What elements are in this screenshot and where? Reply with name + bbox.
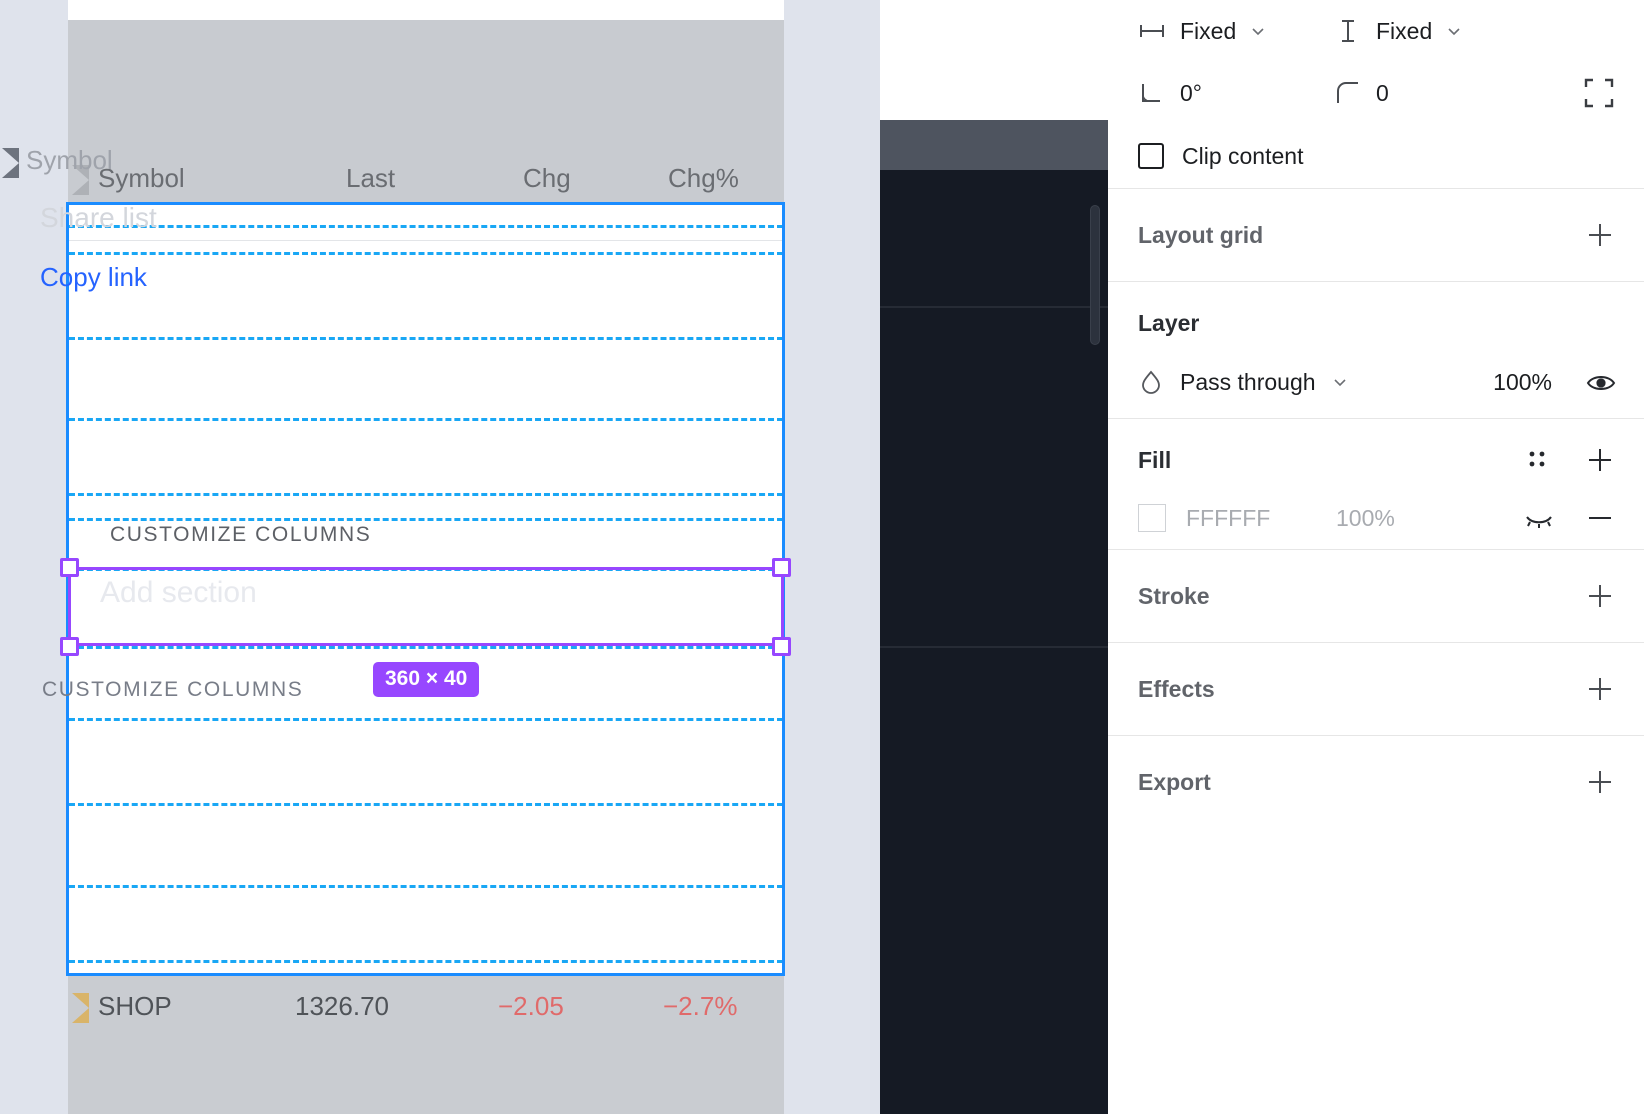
clip-content-label: Clip content — [1182, 142, 1304, 169]
width-mode-control[interactable]: Fixed — [1138, 17, 1334, 45]
table-row-chg-pct: −2.7% — [663, 991, 738, 1021]
share-list-popover — [880, 170, 1108, 1114]
share-sort-flag-icon — [2, 148, 19, 178]
layout-grid-title: Layout grid — [1138, 221, 1264, 248]
copy-link-button[interactable]: Copy link — [40, 262, 147, 293]
independent-corners-toggle[interactable] — [1530, 78, 1614, 108]
resize-handle-bottom-right[interactable] — [772, 637, 791, 656]
stroke-section: Stroke — [1108, 550, 1644, 642]
visibility-eye-icon[interactable] — [1586, 368, 1616, 396]
rotation-control[interactable]: 0° — [1138, 79, 1334, 107]
selection-size-badge: 360 × 40 — [373, 662, 480, 697]
resize-handle-top-left[interactable] — [60, 558, 79, 577]
layout-guide-line — [69, 718, 783, 721]
horizontal-resize-icon — [1138, 17, 1166, 45]
inspector-panel: Fixed Fixed 0° 0 Clip content Layout gri… — [1108, 0, 1644, 1114]
column-header-chg[interactable]: Chg — [523, 163, 571, 199]
effects-section: Effects — [1108, 643, 1644, 735]
customize-columns-label[interactable]: CUSTOMIZE COLUMNS — [110, 523, 371, 547]
resize-handle-bottom-left[interactable] — [60, 637, 79, 656]
share-panel-top-white — [880, 0, 1108, 120]
row-divider — [68, 240, 784, 241]
chevron-down-icon[interactable] — [1250, 23, 1266, 39]
share-customize-columns-label[interactable]: CUSTOMIZE COLUMNS — [42, 678, 303, 702]
add-section-menu-item[interactable] — [880, 566, 1108, 626]
column-header-chg-pct[interactable]: Chg% — [668, 163, 739, 199]
layer-title: Layer — [1138, 309, 1200, 336]
layout-guide-line — [69, 646, 783, 649]
add-fill-button[interactable] — [1586, 446, 1614, 474]
height-mode-control[interactable]: Fixed — [1334, 17, 1530, 45]
export-section: Export — [1108, 736, 1644, 828]
vertical-resize-icon — [1334, 17, 1362, 45]
layout-guide-line — [69, 225, 783, 228]
share-column-header-symbol: Symbol — [26, 145, 113, 175]
remove-fill-button[interactable] — [1586, 504, 1614, 532]
fill-color-swatch[interactable] — [1138, 504, 1166, 532]
layer-blend-row: Pass through 100% — [1108, 346, 1644, 418]
add-export-button[interactable] — [1586, 768, 1614, 796]
blend-mode-value: Pass through — [1180, 368, 1316, 395]
fill-styles-icon[interactable] — [1524, 446, 1552, 474]
layout-guide-line — [69, 493, 783, 496]
table-row-last: 1326.70 — [295, 991, 389, 1021]
corner-radius-value[interactable]: 0 — [1376, 80, 1389, 107]
table-row-symbol[interactable]: SHOP — [98, 991, 172, 1029]
chevron-down-icon[interactable] — [1332, 374, 1348, 390]
sizing-row: Fixed Fixed — [1108, 0, 1644, 62]
independent-corners-icon — [1584, 78, 1614, 108]
rotation-value[interactable]: 0° — [1180, 80, 1202, 107]
layout-guide-line — [69, 960, 783, 963]
share-list-title: Share list — [40, 202, 157, 233]
effects-title: Effects — [1138, 675, 1215, 702]
resize-handle-top-right[interactable] — [772, 558, 791, 577]
width-mode-value: Fixed — [1180, 17, 1237, 44]
clip-content-row[interactable]: Clip content — [1108, 124, 1644, 188]
layout-guide-line — [69, 803, 783, 806]
blend-mode-icon — [1138, 369, 1164, 395]
column-header-last[interactable]: Last — [346, 163, 395, 199]
transform-row: 0° 0 — [1108, 62, 1644, 124]
fill-opacity-value[interactable]: 100% — [1336, 505, 1456, 532]
layout-guide-line — [69, 337, 783, 340]
layout-grid-section: Layout grid — [1108, 189, 1644, 281]
popover-divider — [880, 646, 1108, 648]
blend-mode-control[interactable]: Pass through — [1138, 369, 1493, 396]
app-root: Symbol Last Chg Chg% CUSTOMIZE COLUMNS S… — [0, 0, 1644, 1114]
stroke-title: Stroke — [1138, 582, 1210, 609]
row-flag-icon — [72, 993, 89, 1023]
add-effect-button[interactable] — [1586, 675, 1614, 703]
export-title: Export — [1138, 768, 1211, 795]
layout-guide-line — [69, 518, 783, 521]
clip-content-checkbox[interactable] — [1138, 143, 1164, 169]
popover-scrollbar[interactable] — [1090, 205, 1100, 345]
layout-guide-line — [69, 568, 783, 571]
frame-top-white-strip — [68, 0, 784, 20]
fill-title: Fill — [1138, 446, 1172, 473]
add-section-label: Add section — [100, 576, 257, 609]
layout-guide-line — [69, 885, 783, 888]
hide-fill-eye-icon[interactable] — [1524, 504, 1552, 532]
add-layout-grid-button[interactable] — [1586, 221, 1614, 249]
design-frame-watchlist[interactable]: Symbol Last Chg Chg% CUSTOMIZE COLUMNS S… — [68, 0, 784, 1114]
corner-radius-icon — [1334, 79, 1362, 107]
layout-guide-line — [69, 418, 783, 421]
corner-radius-control[interactable]: 0 — [1334, 79, 1530, 107]
fill-item-row: FFFFFF 100% — [1108, 487, 1644, 549]
add-stroke-button[interactable] — [1586, 582, 1614, 610]
layout-guide-line — [69, 252, 783, 255]
fill-hex-value[interactable]: FFFFFF — [1186, 505, 1336, 532]
layer-opacity-value[interactable]: 100% — [1493, 369, 1552, 396]
height-mode-value: Fixed — [1376, 17, 1433, 44]
angle-icon — [1138, 79, 1166, 107]
chevron-down-icon[interactable] — [1446, 23, 1462, 39]
popover-divider — [880, 306, 1108, 308]
table-row-chg: −2.05 — [498, 991, 564, 1021]
